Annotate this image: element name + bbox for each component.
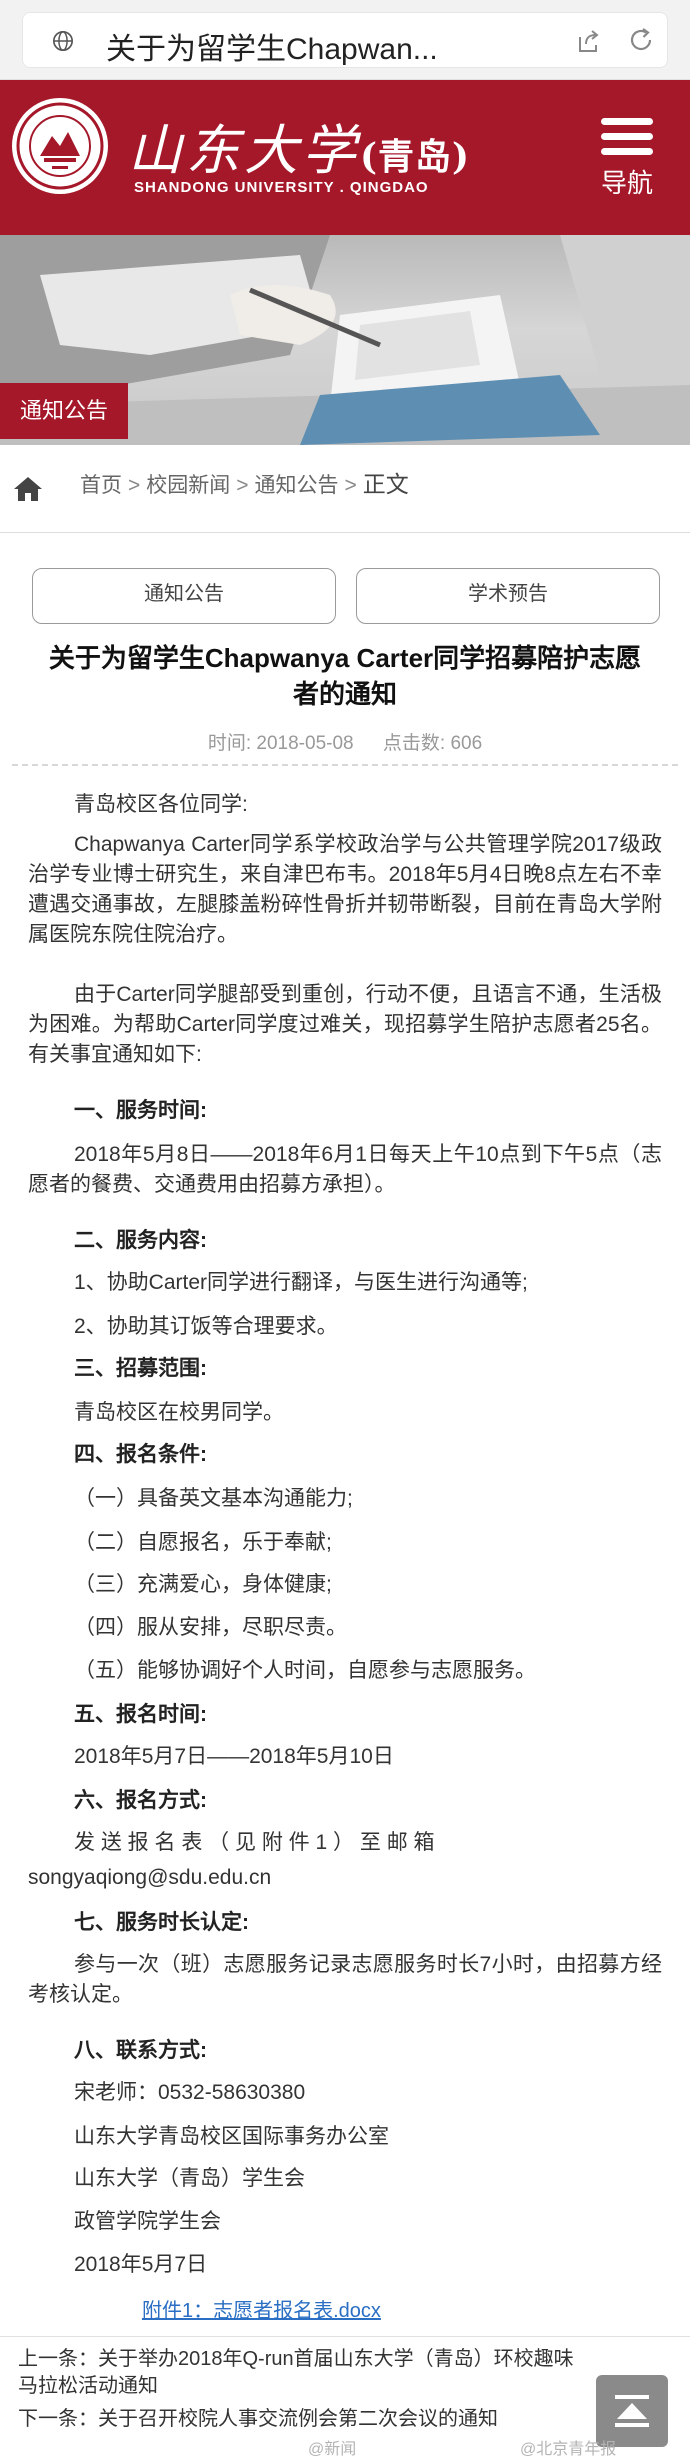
next-title[interactable]: 关于召开校院人事交流例会第二次会议的通知 [98, 2408, 498, 2430]
hamburger-icon [592, 118, 662, 155]
arrow-up-icon [615, 2395, 649, 2427]
tab-academic-preview[interactable]: 学术预告 [356, 568, 660, 624]
brand-name-suffix: (青岛) [360, 136, 471, 178]
heading-service-time: 一、服务时间: [74, 1099, 207, 1122]
requirement-1: （一）具备英文基本沟通能力; [74, 1487, 353, 1510]
requirement-2: （二）自愿报名，乐于奉献; [74, 1531, 332, 1554]
attachment-link[interactable]: 附件1：志愿者报名表.docx [142, 2294, 381, 2323]
prev-label: 上一条： [18, 2348, 98, 2370]
address-bar[interactable]: 关于为留学生Chapwan... [22, 12, 668, 68]
breadcrumb: 首页 > 校园新闻 > 通知公告 > 正文 [0, 445, 690, 533]
paragraph-1: Chapwanya Carter同学系学校政治学与公共管理学院2017级政治学专… [28, 833, 662, 946]
heading-recruit-scope: 三、招募范围: [74, 1357, 207, 1380]
prev-title[interactable]: 关于举办2018年Q-run首届山东大学（青岛）环校趣味马拉松活动通知 [18, 2348, 574, 2397]
requirement-4: （四）服从安排，尽职尽责。 [74, 1616, 347, 1639]
heading-requirements: 四、报名条件: [74, 1443, 207, 1466]
divider [0, 2336, 690, 2337]
reload-icon[interactable] [626, 25, 656, 55]
service-content-2: 2、协助其订饭等合理要求。 [74, 1315, 338, 1338]
nav-label: 导航 [600, 168, 653, 198]
next-label: 下一条： [18, 2408, 98, 2430]
tab-notices[interactable]: 通知公告 [32, 568, 336, 624]
breadcrumb-separator: > [128, 474, 141, 497]
university-seal-logo[interactable] [12, 98, 108, 194]
watermark: @新闻 [308, 2441, 357, 2458]
breadcrumb-notices[interactable]: 通知公告 [255, 474, 339, 497]
contact-student-union: 山东大学（青岛）学生会 [74, 2167, 305, 2190]
views-label: 点击数: [382, 733, 446, 754]
time-value: 2018-05-08 [256, 733, 354, 754]
signup-time: 2018年5月7日——2018年5月10日 [74, 1745, 394, 1768]
signup-email[interactable]: songyaqiong@sdu.edu.cn [28, 1863, 662, 1893]
heading-signup-time: 五、报名时间: [74, 1703, 207, 1726]
browser-toolbar: 关于为留学生Chapwan... [0, 0, 690, 80]
contact-college-union: 政管学院学生会 [74, 2210, 221, 2233]
article-meta: 时间: 2018-05-08 点击数: 606 [0, 728, 690, 755]
breadcrumb-separator: > [236, 474, 249, 497]
brand-name-main: 山东大学 [128, 119, 360, 182]
service-time: 2018年5月8日——2018年6月1日每天上午10点到下午5点（志愿者的餐费、… [28, 1143, 662, 1196]
greeting: 青岛校区各位同学: [28, 790, 662, 820]
brand-name-cn: 山东大学(青岛) [128, 106, 470, 185]
banner-image: 通知公告 [0, 235, 690, 445]
share-icon[interactable] [574, 27, 602, 55]
heading-service-hours: 七、服务时长认定: [74, 1911, 249, 1934]
nav-menu-button[interactable]: 导航 [592, 118, 662, 202]
article-title: 关于为留学生Chapwanya Carter同学招募陪护志愿 者的通知 [18, 640, 672, 712]
divider [12, 764, 678, 766]
site-header: 山东大学(青岛) SHANDONG UNIVERSITY . QINGDAO 导… [0, 80, 690, 235]
requirement-5: （五）能够协调好个人时间，自愿参与志愿服务。 [74, 1659, 536, 1682]
greeting-text: 青岛校区各位同学: [74, 793, 248, 816]
heading-signup-method: 六、报名方式: [74, 1789, 207, 1812]
notice-date: 2018年5月7日 [74, 2253, 208, 2276]
next-article-link[interactable]: 下一条：关于召开校院人事交流例会第二次会议的通知 [18, 2406, 578, 2433]
paragraph-2: 由于Carter同学腿部受到重创，行动不便，且语言不通，生活极为困难。为帮助Ca… [28, 983, 662, 1066]
contact-office: 山东大学青岛校区国际事务办公室 [74, 2125, 389, 2148]
home-icon[interactable] [12, 473, 44, 505]
breadcrumb-separator: > [344, 474, 357, 497]
globe-icon [53, 31, 73, 51]
signup-method-line: 发 送 报 名 表 （ 见 附 件 1 ） 至 邮 箱 [74, 1831, 435, 1854]
article-title-line-2: 者的通知 [292, 679, 397, 709]
heading-contact: 八、联系方式: [74, 2039, 207, 2062]
contact-phone: 宋老师：0532-58630380 [74, 2081, 306, 2104]
heading-service-content: 二、服务内容: [74, 1229, 207, 1252]
views-value: 606 [450, 733, 483, 754]
breadcrumb-current: 正文 [362, 471, 409, 497]
breadcrumb-home[interactable]: 首页 [80, 474, 122, 497]
service-hours: 参与一次（班）志愿服务记录志愿服务时长7小时，由招募方经考核认定。 [28, 1953, 662, 2006]
requirement-3: （三）充满爱心，身体健康; [74, 1573, 332, 1596]
article-title-line-1: 关于为留学生Chapwanya Carter同学招募陪护志愿 [48, 643, 642, 673]
time-label: 时间: [207, 733, 252, 754]
address-text: 关于为留学生Chapwan... [106, 33, 438, 66]
prev-article-link[interactable]: 上一条：关于举办2018年Q-run首届山东大学（青岛）环校趣味马拉松活动通知 [18, 2346, 578, 2400]
recruit-scope: 青岛校区在校男同学。 [74, 1401, 284, 1424]
breadcrumb-trail: 首页 > 校园新闻 > 通知公告 > 正文 [80, 465, 409, 499]
service-content-1: 1、协助Carter同学进行翻译，与医生进行沟通等; [74, 1271, 528, 1294]
breadcrumb-campus-news[interactable]: 校园新闻 [146, 474, 230, 497]
watermark: @北京青年报 [520, 2441, 617, 2458]
brand-name-en: SHANDONG UNIVERSITY . QINGDAO [134, 179, 429, 196]
banner-tag: 通知公告 [0, 383, 129, 439]
